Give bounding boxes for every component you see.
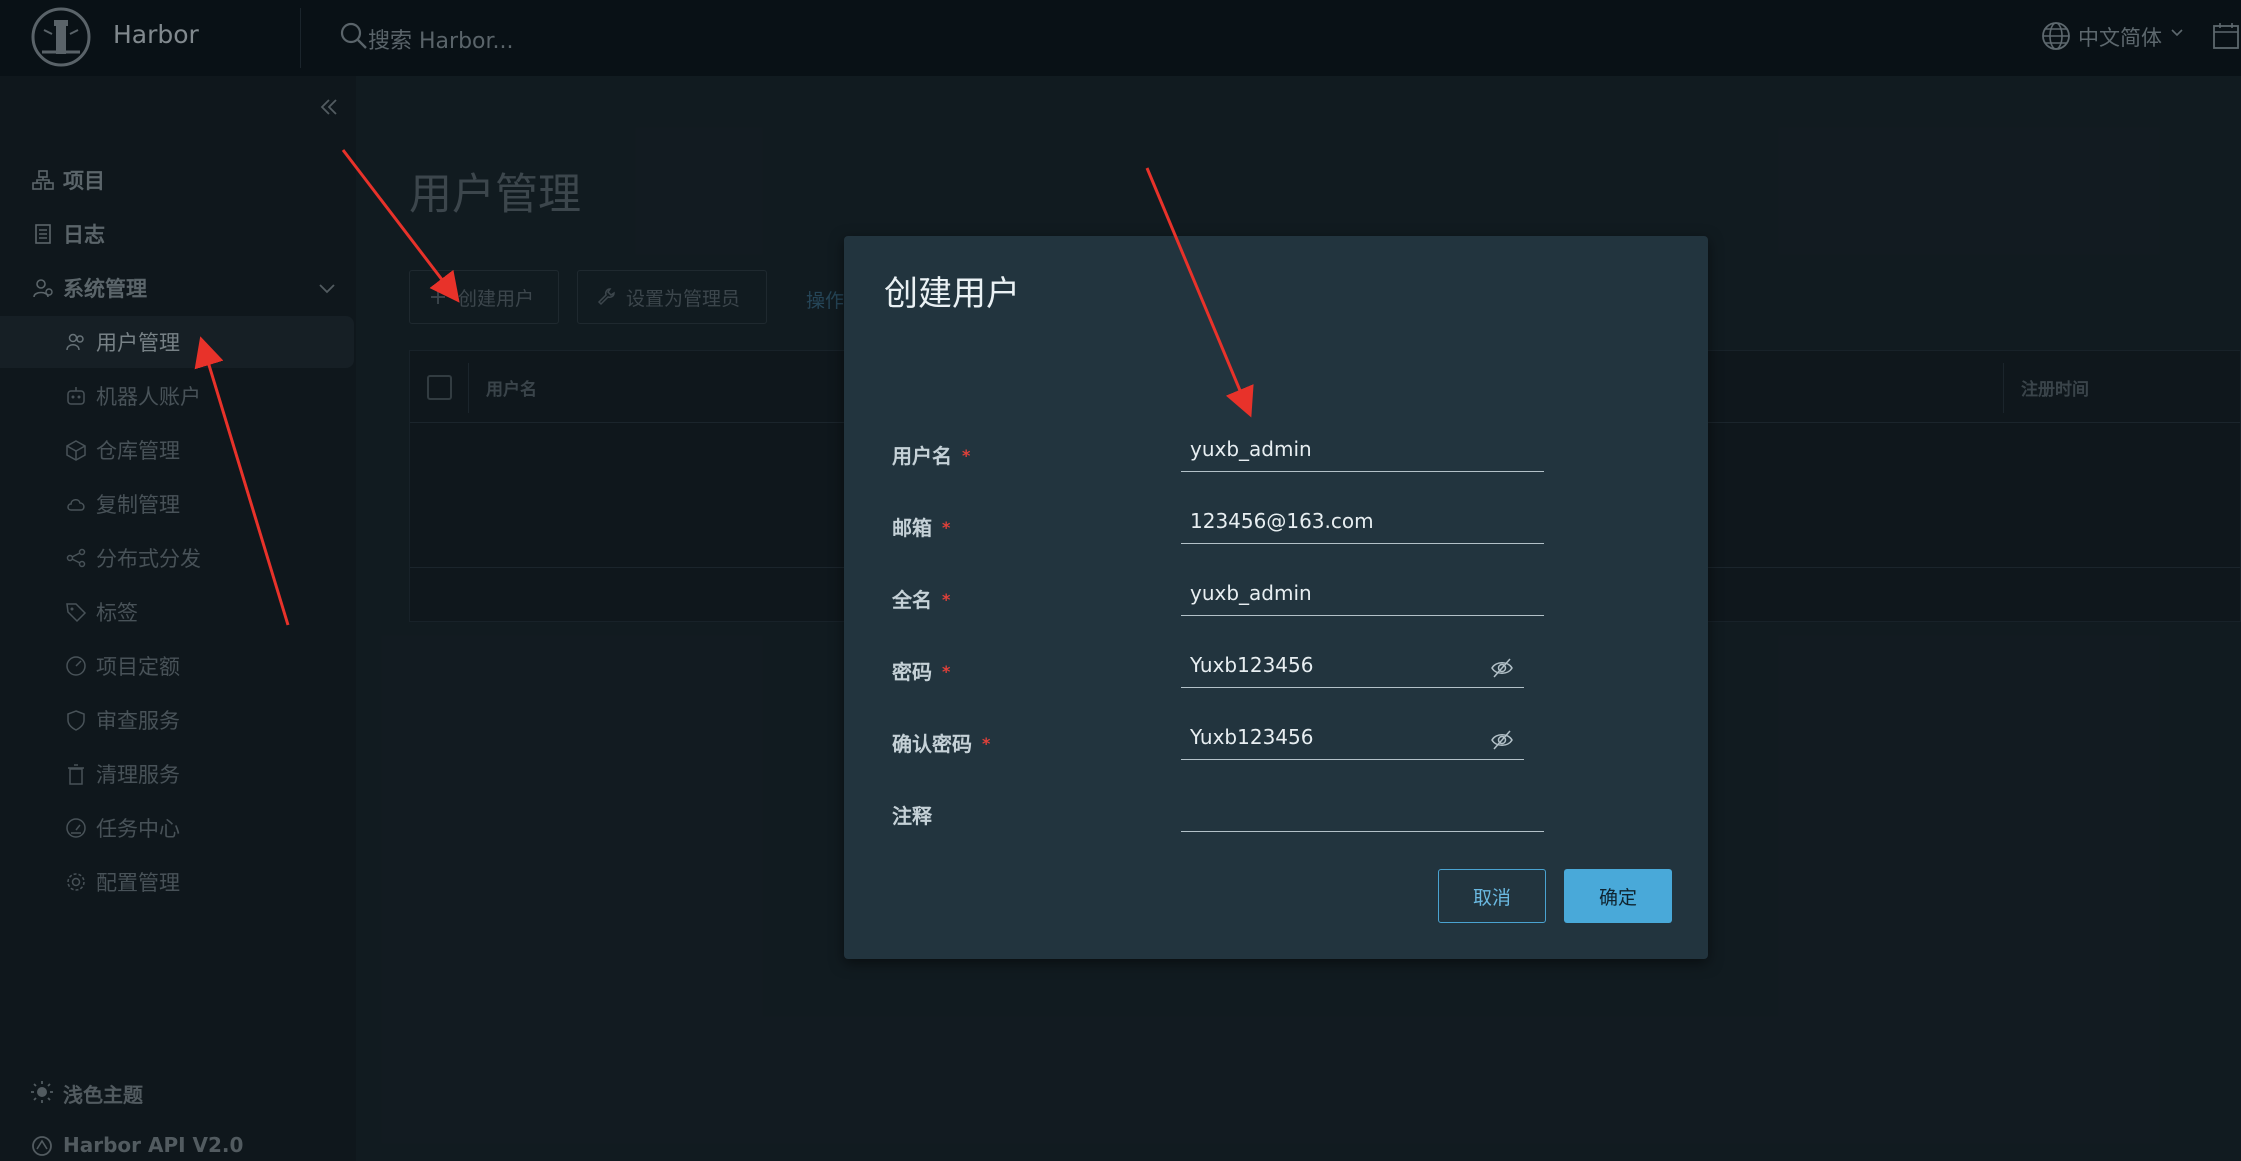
password-input[interactable]: Yuxb123456 (1181, 646, 1524, 688)
dialog-title: 创建用户 (884, 274, 1020, 314)
email-value: 123456@163.com (1190, 509, 1374, 533)
required-marker: * (962, 446, 971, 465)
username-label: 用户名 * (892, 440, 970, 469)
email-input[interactable]: 123456@163.com (1181, 502, 1544, 544)
form-row-password: 密码 * Yuxb123456 (844, 646, 1708, 706)
fullname-input[interactable]: yuxb_admin (1181, 574, 1544, 616)
cancel-button[interactable]: 取消 (1438, 869, 1546, 923)
confirm-password-label-text: 确认密码 (892, 732, 972, 756)
username-input[interactable]: yuxb_admin (1181, 430, 1544, 472)
form-row-email: 邮箱 * 123456@163.com (844, 502, 1708, 562)
confirm-password-label: 确认密码 * (892, 728, 990, 757)
username-value: yuxb_admin (1190, 437, 1312, 461)
email-label-text: 邮箱 (892, 516, 932, 540)
comment-input[interactable] (1181, 790, 1544, 832)
username-label-text: 用户名 (892, 444, 952, 468)
confirm-password-value: Yuxb123456 (1190, 725, 1314, 749)
form-row-fullname: 全名 * yuxb_admin (844, 574, 1708, 634)
form-row-confirm-password: 确认密码 * Yuxb123456 (844, 718, 1708, 778)
required-marker: * (942, 662, 951, 681)
required-marker: * (942, 518, 951, 537)
eye-hide-icon[interactable] (1490, 729, 1514, 751)
fullname-label-text: 全名 (892, 588, 932, 612)
comment-label: 注释 (892, 804, 932, 828)
confirm-button[interactable]: 确定 (1564, 869, 1672, 923)
fullname-label: 全名 * (892, 584, 950, 613)
confirm-password-input[interactable]: Yuxb123456 (1181, 718, 1524, 760)
email-label: 邮箱 * (892, 512, 950, 541)
password-value: Yuxb123456 (1190, 653, 1314, 677)
password-label: 密码 * (892, 656, 950, 685)
form-row-comment: 注释 (844, 790, 1708, 850)
fullname-value: yuxb_admin (1190, 581, 1312, 605)
create-user-dialog: 创建用户 用户名 * yuxb_admin 邮箱 * 123456@163.com … (844, 236, 1708, 959)
form-row-username: 用户名 * yuxb_admin (844, 430, 1708, 490)
eye-hide-icon[interactable] (1490, 657, 1514, 679)
required-marker: * (982, 734, 991, 753)
required-marker: * (942, 590, 951, 609)
password-label-text: 密码 (892, 660, 932, 684)
